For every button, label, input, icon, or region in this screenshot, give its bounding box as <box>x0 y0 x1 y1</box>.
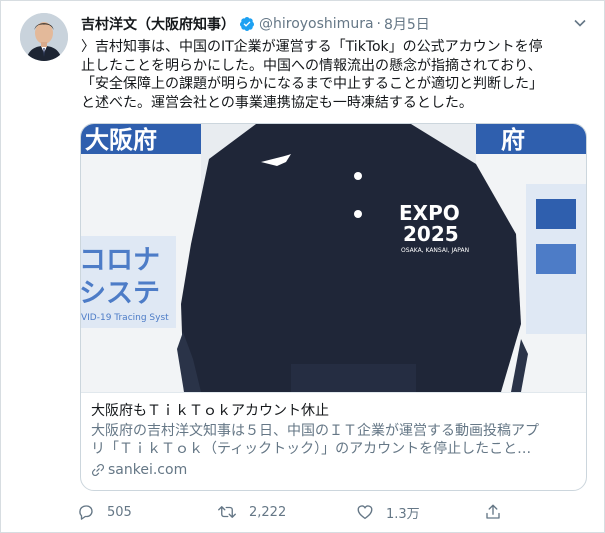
reply-button[interactable]: 505 <box>77 503 217 521</box>
retweet-count: 2,222 <box>249 504 287 520</box>
card-description: 大阪府の吉村洋文知事は５日、中国のＩＴ企業が運営する動画投稿アプ リ「ＴｉｋＴｏ… <box>91 423 539 457</box>
tweet-text-line: 止したことを明らかにした。中国への情報流出の懸念が指摘されており、 <box>81 57 542 74</box>
separator-dot: · <box>376 16 381 32</box>
reply-icon <box>79 505 93 520</box>
share-icon <box>486 504 500 519</box>
avatar[interactable] <box>20 13 68 61</box>
link-card[interactable]: 大阪府 府 コロナ システ VID-19 Tracing Syst EXPO 2… <box>80 123 587 491</box>
author-name[interactable]: 吉村洋文（大阪府知事） <box>81 14 235 34</box>
svg-text:府: 府 <box>501 126 525 154</box>
tweet[interactable]: 吉村洋文（大阪府知事） @hiroyoshimura · 8月5日 〉吉村知事は… <box>0 0 605 533</box>
tweet-text-line: 「安全保障上の課題が明らかになるまで中止することが適切と判断した」 <box>81 76 543 92</box>
expo-logo-sub: OSAKA, KANSAI, JAPAN <box>401 247 469 254</box>
avatar-image <box>20 13 68 61</box>
tweet-date[interactable]: 8月5日 <box>384 14 430 34</box>
tweet-text: 〉吉村知事は、中国のIT企業が運営する「TikTok」の公式アカウントを停 止し… <box>81 38 589 112</box>
reply-count: 505 <box>107 504 132 520</box>
verified-badge-icon <box>239 17 254 31</box>
card-body[interactable]: 大阪府もＴｉｋＴｏｋアカウント休止 大阪府の吉村洋文知事は５日、中国のＩＴ企業が… <box>81 392 586 490</box>
card-domain: sankei.com <box>91 461 576 479</box>
banner-text-top: 大阪府 <box>85 126 157 154</box>
share-button[interactable] <box>484 503 514 521</box>
banner-small-text: VID-19 Tracing Syst <box>81 313 169 323</box>
expo-logo-line2: 2025 <box>403 222 459 246</box>
like-button[interactable]: 1.3万 <box>356 503 484 522</box>
retweet-icon <box>218 506 236 518</box>
card-image[interactable]: 大阪府 府 コロナ システ VID-19 Tracing Syst EXPO 2… <box>81 124 586 392</box>
heart-icon <box>357 505 373 520</box>
banner-text-left-1: コロナ <box>81 245 160 276</box>
retweet-button[interactable]: 2,222 <box>217 503 356 521</box>
tweet-text-line: と述べた。運営会社との事業連携協定も一時凍結するとした。 <box>81 94 473 111</box>
banner-text-left-2: システ <box>81 278 160 309</box>
tweet-text-line: 〉吉村知事は、中国のIT企業が運営する「TikTok」の公式アカウントを停 <box>81 39 543 55</box>
card-domain-text: sankei.com <box>108 462 188 478</box>
tweet-header: 吉村洋文（大阪府知事） @hiroyoshimura · 8月5日 <box>81 13 592 35</box>
link-icon <box>91 463 105 477</box>
like-count: 1.3万 <box>386 506 420 522</box>
tweet-actions: 505 2,222 1.3万 <box>77 498 517 526</box>
author-handle[interactable]: @hiroyoshimura <box>259 16 374 32</box>
chevron-down-icon[interactable] <box>572 15 588 31</box>
card-title[interactable]: 大阪府もＴｉｋＴｏｋアカウント休止 <box>91 402 576 420</box>
